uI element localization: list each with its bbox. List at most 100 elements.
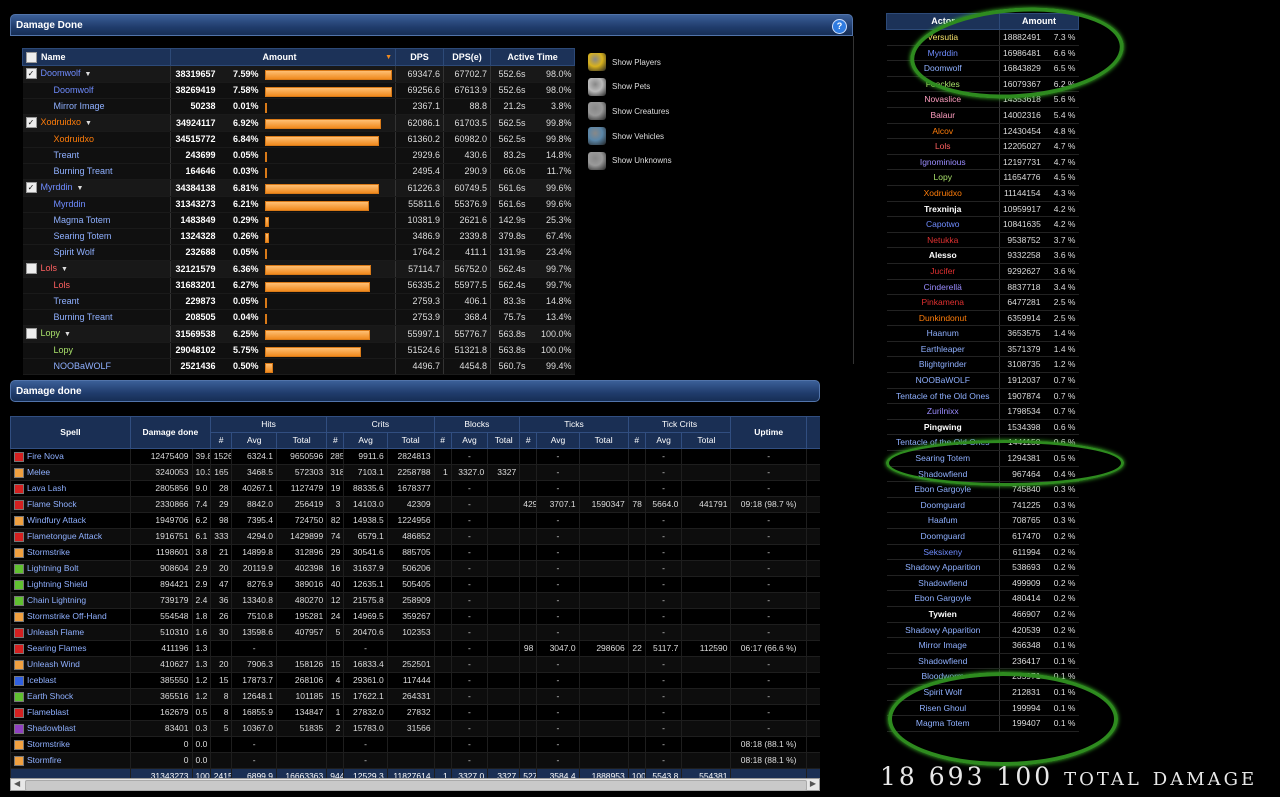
actor-row[interactable]: Doomguard 617470 0.2 % [886, 528, 1079, 545]
spell-row[interactable]: Flame Shock23308667.4 %298842.0256419314… [10, 496, 820, 513]
expand-triangle-icon[interactable]: ▼ [85, 67, 92, 82]
actor-row[interactable]: Cinderellä 8837718 3.4 % [886, 279, 1079, 296]
actor-name-cell[interactable]: Mirror Image [886, 637, 1000, 654]
sub-header-count[interactable]: # [519, 432, 538, 449]
actor-name-cell[interactable]: Netukka [886, 232, 1000, 249]
actor-row[interactable]: NOOBaWOLF 1912037 0.7 % [886, 372, 1079, 389]
scroll-right-arrow-icon[interactable]: ▶ [810, 779, 816, 788]
spell-name-cell[interactable]: Shadowblast [10, 720, 131, 737]
player-detail-row[interactable]: Burning Treant 164646 0.03% 2495.4 290.9 66.0… [22, 163, 575, 180]
actor-name-cell[interactable]: Tywien [886, 606, 1000, 623]
player-checkbox[interactable]: ✓ [25, 117, 37, 129]
spell-row[interactable]: Lightning Shield8944212.9 %478276.938901… [10, 576, 820, 593]
spell-name-cell[interactable]: Flametongue Attack [10, 528, 131, 545]
spell-name-cell[interactable]: Melee [10, 464, 131, 481]
actor-name-cell[interactable]: Xodruidxo [886, 185, 1000, 202]
spell-name-cell[interactable]: Flameblast [10, 704, 131, 721]
sub-header-total[interactable]: Total [487, 432, 521, 449]
actor-name-cell[interactable]: Ignominious [886, 154, 1000, 171]
actor-row[interactable]: Lopy 11654776 4.5 % [886, 169, 1079, 186]
expand-triangle-icon[interactable]: ▼ [61, 262, 68, 277]
actor-name-cell[interactable]: Tentacle of the Old Ones [886, 388, 1000, 405]
sub-header-count[interactable]: # [209, 432, 233, 449]
spell-name-cell[interactable]: Fire Nova [10, 448, 131, 465]
filter-show-players[interactable]: Show Players [588, 52, 661, 72]
scroll-left-arrow-icon[interactable]: ◀ [14, 779, 20, 788]
actor-name-cell[interactable]: Blightgrinder [886, 356, 1000, 374]
actor-row[interactable]: Shadowfiend 236417 0.1 % [886, 653, 1079, 670]
actor-row[interactable]: Netukka 9538752 3.7 % [886, 232, 1079, 249]
players-icon[interactable] [588, 53, 606, 71]
actor-name-cell[interactable]: Trexninja [886, 201, 1000, 218]
expand-triangle-icon[interactable]: ▼ [77, 181, 84, 196]
player-detail-row[interactable]: Lols 31683201 6.27% 56335.2 55977.5 562.4s 99.… [22, 277, 575, 294]
actor-name-cell[interactable]: Alcov [886, 123, 1000, 140]
spell-row[interactable]: Stormstrike00.0 % - - - - - 08:18 (88.1 %) [10, 736, 820, 753]
actor-name-cell[interactable]: Pingwing [886, 419, 1000, 436]
dpse-column-header[interactable]: DPS(e) [443, 48, 492, 66]
actor-row[interactable]: Alesso 9332258 3.6 % [886, 247, 1079, 264]
player-name-cell[interactable]: Lopy ▼ [22, 325, 171, 343]
actor-row[interactable]: Doomguard 741225 0.3 % [886, 497, 1079, 514]
actor-name-cell[interactable]: Cinderellä [886, 279, 1000, 296]
actor-name-cell[interactable]: Dunkindonut [886, 310, 1000, 327]
spell-row[interactable]: Stormstrike11986013.8 %2114899.831289629… [10, 544, 820, 561]
player-group-row[interactable]: ✓ Doomwolf ▼ 38319657 7.59% 69347.6 67702.7 552… [22, 65, 575, 83]
player-group-row[interactable]: ✓ Myrddin ▼ 34384138 6.81% 61226.3 60749.5 561.… [22, 179, 575, 197]
actor-row[interactable]: Capotwo 10841635 4.2 % [886, 216, 1079, 233]
player-detail-row[interactable]: Searing Totem 1324328 0.26% 3486.9 2339.8 379… [22, 228, 575, 245]
filter-show-unknowns[interactable]: Show Unknowns [588, 151, 672, 171]
sub-header-total[interactable]: Total [275, 432, 328, 449]
player-checkbox[interactable] [25, 263, 37, 275]
player-name-cell[interactable]: ✓ Xodruidxo ▼ [22, 114, 171, 132]
spell-row[interactable]: Unleash Flame5103101.6 %3013598.64079575… [10, 624, 820, 641]
scrollbar-thumb[interactable] [25, 780, 807, 791]
actor-row[interactable]: Shadowy Apparition 538693 0.2 % [886, 559, 1079, 576]
spell-row[interactable]: Melee324005310.3 %1653468.55723033187103… [10, 464, 820, 481]
actor-row[interactable]: Trexninja 10959917 4.2 % [886, 201, 1079, 218]
spell-row[interactable]: Unleash Wind4106271.3 %207906.3158126151… [10, 656, 820, 673]
sub-header-total[interactable]: Total [681, 432, 732, 449]
spell-row[interactable]: Windfury Attack19497066.2 %987395.472475… [10, 512, 820, 529]
sub-header-count[interactable]: # [326, 432, 345, 449]
help-icon[interactable]: ? [832, 19, 847, 34]
actor-row[interactable]: Shadowfiend 499909 0.2 % [886, 575, 1079, 592]
player-group-row[interactable]: Lols ▼ 32121579 6.36% 57114.7 56752.0 562.4s 99… [22, 260, 575, 278]
actor-name-cell[interactable]: Ebon Gargoyle [886, 590, 1000, 607]
spell-name-cell[interactable]: Iceblast [10, 672, 131, 689]
actor-name-cell[interactable]: Shadowfiend [886, 575, 1000, 592]
player-name-cell[interactable]: Lols ▼ [22, 260, 171, 278]
actor-name-cell[interactable]: Shadowy Apparition [886, 622, 1000, 639]
expand-triangle-icon[interactable]: ▼ [85, 116, 92, 131]
spell-row[interactable]: Flametongue Attack19167516.1 %3334294.01… [10, 528, 820, 545]
pets-icon[interactable] [588, 77, 606, 96]
spell-row[interactable]: Earth Shock3655161.2 %812648.11011851517… [10, 688, 820, 705]
spell-row[interactable]: Stormfire00.0 % - - - - - 08:18 (88.1 %) [10, 752, 820, 769]
spell-name-cell[interactable]: Unleash Flame [10, 624, 131, 641]
actor-row[interactable]: Shadowy Apparition 420539 0.2 % [886, 622, 1079, 639]
actor-row[interactable]: Earthleaper 3571379 1.4 % [886, 341, 1079, 358]
spell-row[interactable]: Stormstrike Off-Hand5545481.8 %267510.81… [10, 608, 820, 625]
sub-header-avg[interactable]: Avg [644, 432, 683, 449]
unknown-icon[interactable] [588, 151, 606, 170]
sub-header-avg[interactable]: Avg [536, 432, 580, 449]
player-detail-row[interactable]: Treant 229873 0.05% 2759.3 406.1 83.3s 14.8% [22, 293, 575, 310]
player-detail-row[interactable]: Xodruidxo 34515772 6.84% 61360.2 60982.0 562.… [22, 131, 575, 148]
spell-row[interactable]: Iceblast3855501.2 %1517873.7268106429361… [10, 672, 820, 689]
player-detail-row[interactable]: Spirit Wolf 232688 0.05% 1764.2 411.1 131.9s 2… [22, 244, 575, 261]
player-checkbox[interactable]: ✓ [25, 182, 37, 194]
actor-row[interactable]: Zurilnixx 1798534 0.7 % [886, 403, 1079, 420]
actor-row[interactable]: Haanum 3653575 1.4 % [886, 325, 1079, 342]
player-group-row[interactable]: Lopy ▼ 31569538 6.25% 55997.1 55776.7 563.8s 10… [22, 325, 575, 343]
dps-column-header[interactable]: DPS [395, 48, 445, 66]
actor-row[interactable]: Ebon Gargoyle 480414 0.2 % [886, 590, 1079, 607]
vehicles-icon[interactable] [588, 127, 606, 146]
creatures-icon[interactable] [588, 102, 606, 121]
actor-name-cell[interactable]: Haafum [886, 512, 1000, 529]
actor-name-cell[interactable]: Jucifer [886, 263, 1000, 280]
actor-name-cell[interactable]: Zurilnixx [886, 403, 1000, 420]
select-all-checkbox[interactable] [26, 51, 37, 63]
actor-name-cell[interactable]: Shadowfiend [886, 653, 1000, 670]
actor-row[interactable]: Dunkindonut 6359914 2.5 % [886, 310, 1079, 327]
actor-name-cell[interactable]: Alesso [886, 247, 1000, 264]
